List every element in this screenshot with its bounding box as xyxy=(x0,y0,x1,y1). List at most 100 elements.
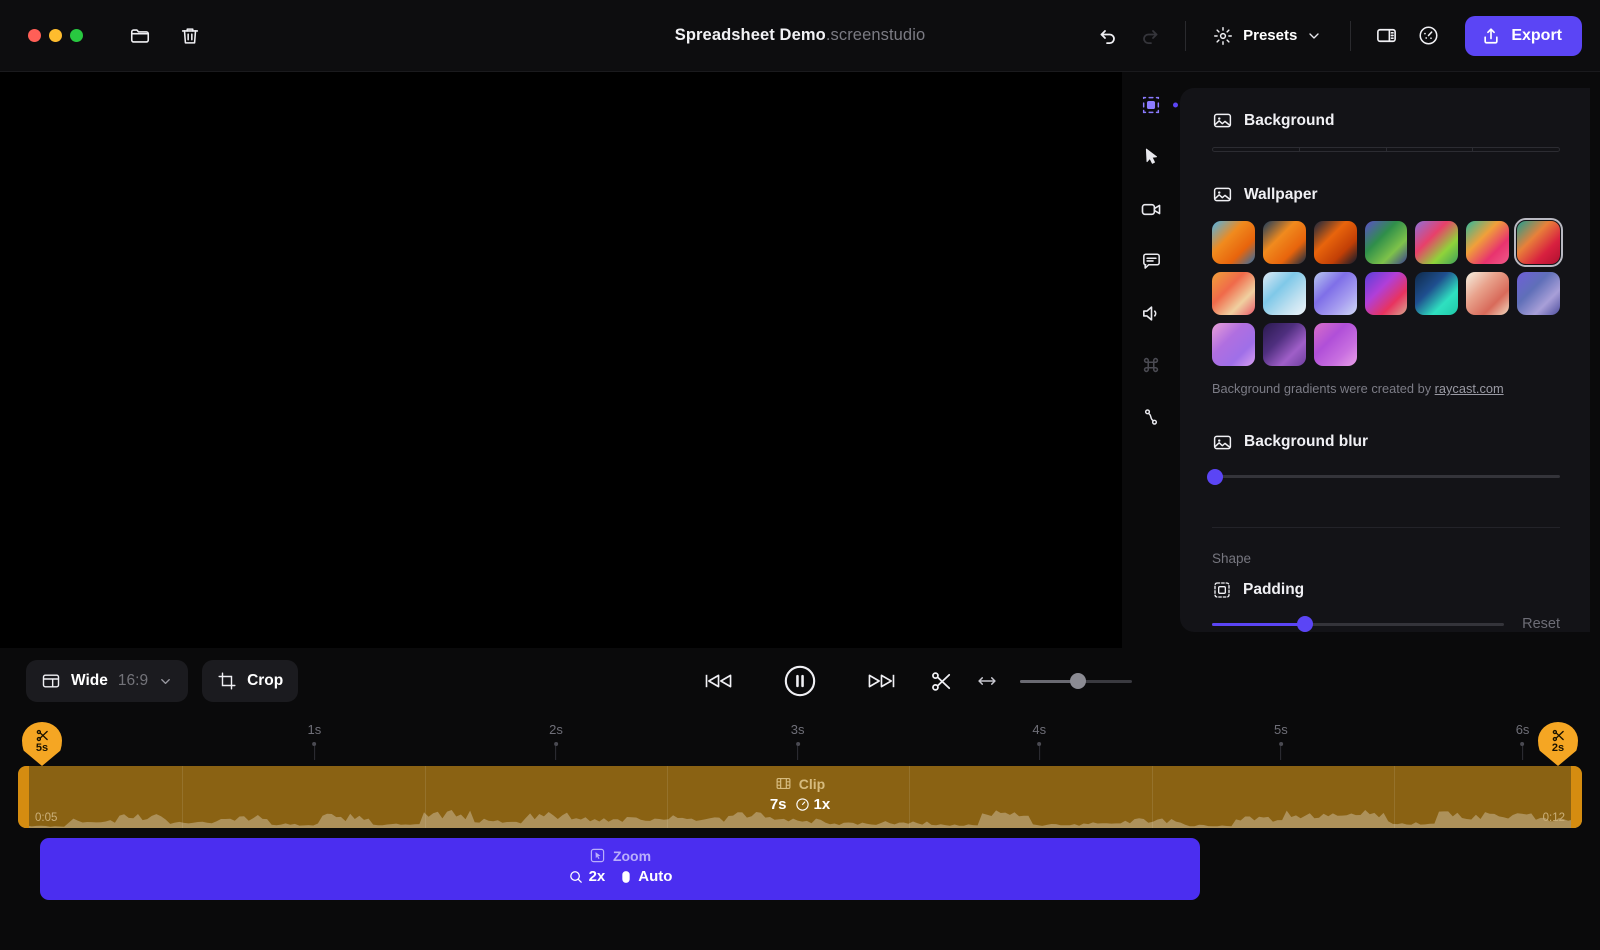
ruler-tick: 4s xyxy=(1032,722,1046,760)
clip-track-row: Clip 7s 1x 0:05 xyxy=(18,766,1582,828)
wallpaper-thumb[interactable] xyxy=(1517,272,1560,315)
cut-badge-left[interactable]: 5s xyxy=(22,722,62,766)
wallpaper-grid xyxy=(1212,221,1560,366)
zoom-clip[interactable]: Zoom 2x xyxy=(40,838,1200,900)
padding-slider[interactable] xyxy=(1212,616,1504,632)
preview-canvas[interactable] xyxy=(0,72,1122,648)
video-clip[interactable]: Clip 7s 1x 0:05 xyxy=(18,766,1582,828)
padding-control-row: Reset xyxy=(1212,616,1560,632)
wallpaper-thumb[interactable] xyxy=(1466,221,1509,264)
rail-item-cursor[interactable] xyxy=(1132,138,1170,176)
aspect-ratio-button[interactable]: Wide 16:9 xyxy=(26,660,188,702)
crop-icon xyxy=(217,671,237,691)
presets-button[interactable]: Presets xyxy=(1202,18,1334,54)
tab-image[interactable]: Image xyxy=(1473,148,1559,152)
sidebar-panel-icon[interactable] xyxy=(1367,17,1405,55)
export-label: Export xyxy=(1511,27,1562,45)
folder-icon[interactable] xyxy=(121,17,159,55)
zoom-level: 2x xyxy=(589,868,606,885)
wallpaper-thumb[interactable] xyxy=(1415,272,1458,315)
wallpaper-thumb[interactable] xyxy=(1415,221,1458,264)
window-traffic-lights xyxy=(28,29,83,42)
wallpaper-thumb[interactable] xyxy=(1466,272,1509,315)
rail-item-effects[interactable] xyxy=(1132,398,1170,436)
padding-reset-button[interactable]: Reset xyxy=(1522,616,1560,632)
scissors-icon xyxy=(35,728,50,743)
layout-icon xyxy=(41,671,61,691)
speedometer-icon[interactable] xyxy=(1409,17,1447,55)
ruler-tick-line xyxy=(797,746,798,760)
close-window-button[interactable] xyxy=(28,29,41,42)
tab-wallpaper[interactable]: Wallpaper xyxy=(1213,148,1300,152)
timeline-zoom-tools xyxy=(929,669,1132,694)
background-type-tabs: Wallpaper Gradient Color Image xyxy=(1212,147,1560,152)
padding-header: Padding xyxy=(1212,580,1560,600)
skip-forward-icon[interactable] xyxy=(865,669,896,693)
wallpaper-thumb[interactable] xyxy=(1365,221,1408,264)
cut-badge-right[interactable]: 2s xyxy=(1538,722,1578,766)
timeline-zoom-slider[interactable] xyxy=(1020,674,1132,688)
rail-item-background[interactable] xyxy=(1132,86,1170,124)
toolbar-divider xyxy=(1185,21,1186,51)
image-icon xyxy=(1212,184,1233,205)
clip-start-time: 0:05 xyxy=(35,812,57,824)
audio-waveform xyxy=(18,802,1582,828)
rail-item-audio[interactable] xyxy=(1132,294,1170,332)
arrows-horizontal-icon[interactable] xyxy=(976,670,998,692)
skip-back-icon[interactable] xyxy=(704,669,735,693)
ruler-tick: 2s xyxy=(549,722,563,760)
wallpaper-thumb[interactable] xyxy=(1263,323,1306,366)
scissors-icon[interactable] xyxy=(929,669,954,694)
zoom-mode-group: Auto xyxy=(619,868,672,885)
chevron-down-icon xyxy=(1306,28,1322,44)
wallpaper-thumb[interactable] xyxy=(1314,272,1357,315)
wallpaper-credit: Background gradients were created by ray… xyxy=(1212,380,1560,398)
slider-knob[interactable] xyxy=(1207,469,1223,485)
rail-item-captions[interactable] xyxy=(1132,242,1170,280)
aspect-label: Wide xyxy=(71,672,108,690)
wallpaper-thumb[interactable] xyxy=(1314,323,1357,366)
crop-button[interactable]: Crop xyxy=(202,660,298,702)
undo-icon[interactable] xyxy=(1089,17,1127,55)
maximize-window-button[interactable] xyxy=(70,29,83,42)
clip-trim-handle-left[interactable] xyxy=(18,766,29,828)
zoom-slider-knob[interactable] xyxy=(1070,673,1086,689)
bottom-toolbar: Wide 16:9 Crop xyxy=(0,648,1600,714)
presets-label: Presets xyxy=(1243,27,1297,44)
title-bar: Spreadsheet Demo.screenstudio xyxy=(0,0,1600,72)
sparkle-icon xyxy=(1212,25,1234,47)
wallpaper-thumb[interactable] xyxy=(1517,221,1560,264)
background-blur-slider[interactable] xyxy=(1212,469,1560,485)
trash-icon[interactable] xyxy=(171,17,209,55)
play-pause-button[interactable] xyxy=(783,664,817,698)
wallpaper-thumb[interactable] xyxy=(1314,221,1357,264)
wallpaper-thumb[interactable] xyxy=(1212,323,1255,366)
rail-item-shortcuts[interactable] xyxy=(1132,346,1170,384)
timeline-ruler[interactable]: 5s 2s 1s2s3s4s5s6s xyxy=(18,714,1582,766)
ruler-tick-label: 2s xyxy=(549,722,563,737)
ruler-tick: 6s xyxy=(1516,722,1530,760)
ruler-tick: 5s xyxy=(1274,722,1288,760)
redo-icon[interactable] xyxy=(1131,17,1169,55)
credit-text: Background gradients were created by xyxy=(1212,381,1435,396)
cut-badge-left-label: 5s xyxy=(36,743,48,754)
clip-trim-handle-right[interactable] xyxy=(1571,766,1582,828)
wallpaper-thumb[interactable] xyxy=(1365,272,1408,315)
raycast-link[interactable]: raycast.com xyxy=(1435,381,1504,396)
background-blur-slider-row xyxy=(1212,469,1560,485)
export-button[interactable]: Export xyxy=(1465,16,1582,56)
film-icon xyxy=(775,775,792,792)
chevron-down-icon xyxy=(158,674,173,689)
minimize-window-button[interactable] xyxy=(49,29,62,42)
wallpaper-thumb[interactable] xyxy=(1263,221,1306,264)
rail-item-camera[interactable] xyxy=(1132,190,1170,228)
ruler-tick-line xyxy=(1039,746,1040,760)
wallpaper-thumb[interactable] xyxy=(1263,272,1306,315)
wallpaper-thumb[interactable] xyxy=(1212,221,1255,264)
clip-label: Clip xyxy=(799,776,825,792)
tab-gradient[interactable]: Gradient xyxy=(1300,148,1387,152)
slider-knob[interactable] xyxy=(1297,616,1313,632)
wallpaper-thumb[interactable] xyxy=(1212,272,1255,315)
zoom-mode: Auto xyxy=(638,868,672,885)
tab-color[interactable]: Color xyxy=(1387,148,1474,152)
